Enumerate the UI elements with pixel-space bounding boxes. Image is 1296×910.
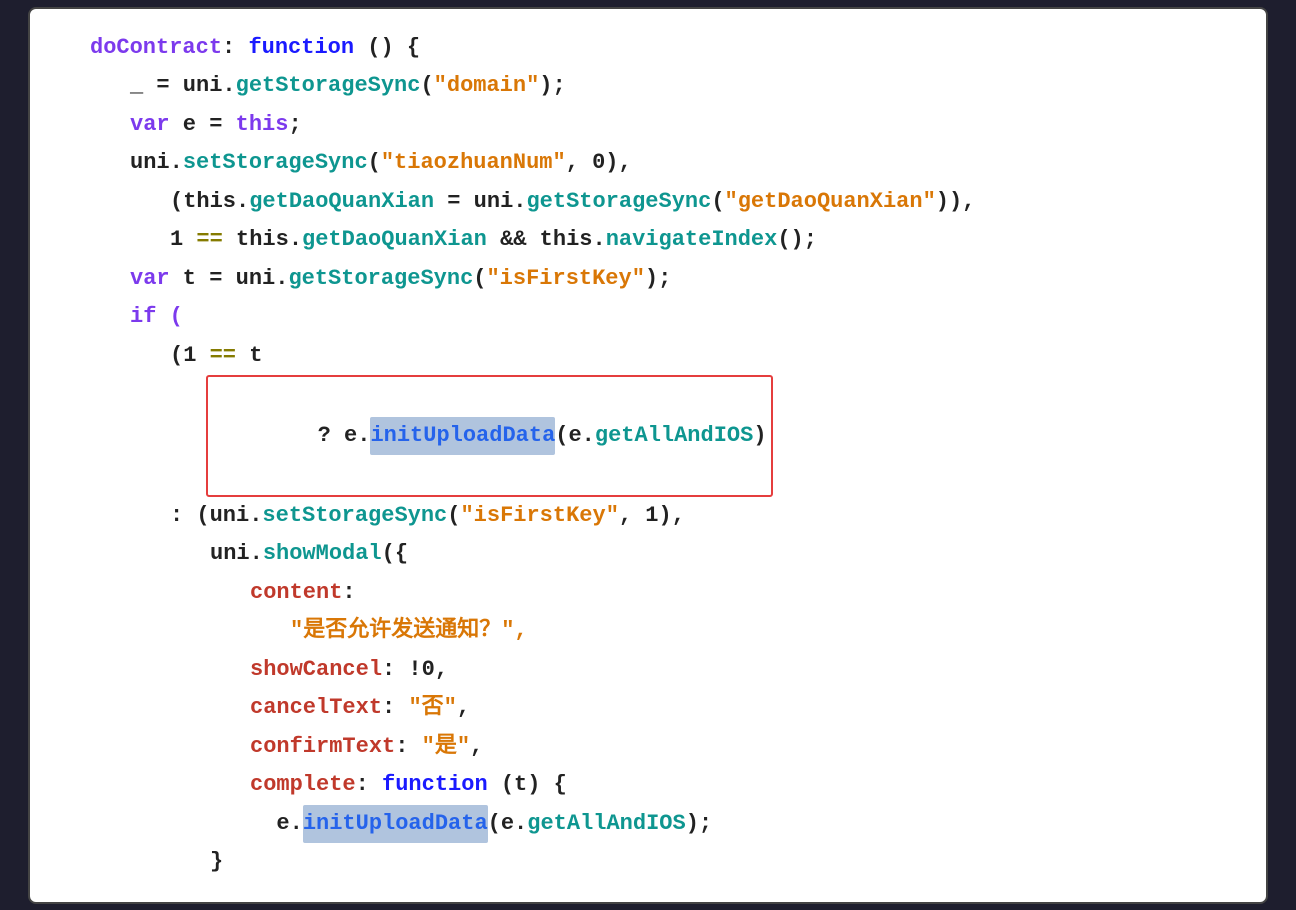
code-line: if ( — [50, 298, 1236, 337]
code-line: uni.setStorageSync("tiaozhuanNum", 0), — [50, 144, 1236, 183]
highlighted-code-block: ? e.initUploadData(e.getAllAndIOS) — [206, 375, 773, 497]
code-line: } — [50, 843, 1236, 882]
code-line: content: — [50, 574, 1236, 613]
selected-method-2: initUploadData — [303, 805, 488, 844]
code-line: uni.showModal({ — [50, 535, 1236, 574]
code-editor: doContract: function () { _ = uni.getSto… — [28, 7, 1268, 904]
code-line: cancelText: "否", — [50, 689, 1236, 728]
code-line: var t = uni.getStorageSync("isFirstKey")… — [50, 260, 1236, 299]
code-line: showCancel: !0, — [50, 651, 1236, 690]
code-line: "是否允许发送通知？", — [50, 612, 1236, 651]
code-line: complete: function (t) { — [50, 766, 1236, 805]
selected-method: initUploadData — [370, 417, 555, 456]
code-line: _ = uni.getStorageSync("domain"); — [50, 67, 1236, 106]
code-line: confirmText: "是", — [50, 728, 1236, 767]
code-line-highlighted: ? e.initUploadData(e.getAllAndIOS) — [50, 375, 1236, 497]
code-line: (this.getDaoQuanXian = uni.getStorageSyn… — [50, 183, 1236, 222]
code-line: doContract: function () { — [50, 29, 1236, 68]
keyword-function: function — [248, 29, 354, 68]
code-line: (1 == t — [50, 337, 1236, 376]
code-line: var e = this; — [50, 106, 1236, 145]
code-token: doContract — [90, 29, 222, 68]
code-line: 1 == this.getDaoQuanXian && this.navigat… — [50, 221, 1236, 260]
code-line: : (uni.setStorageSync("isFirstKey", 1), — [50, 497, 1236, 536]
code-line: e.initUploadData(e.getAllAndIOS); — [50, 805, 1236, 844]
